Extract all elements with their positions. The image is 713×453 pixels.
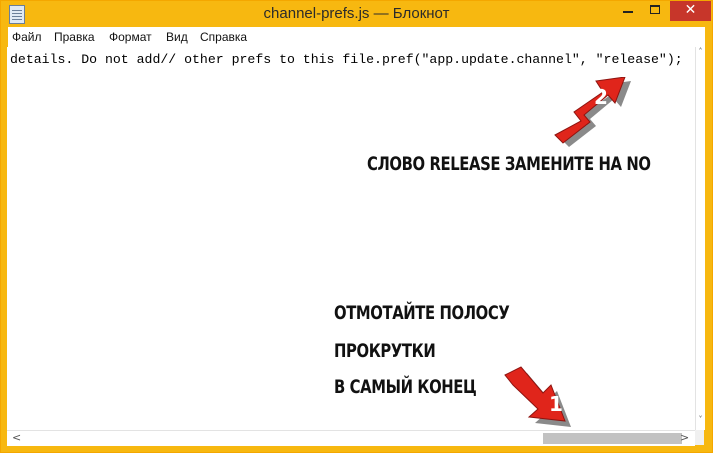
marker-2-number: 2 bbox=[594, 85, 608, 109]
arrow-marker-1 bbox=[504, 366, 571, 427]
scroll-left-icon[interactable]: < bbox=[12, 431, 21, 444]
scroll-up-icon[interactable]: ˄ bbox=[696, 47, 705, 56]
title-bar[interactable]: channel-prefs.js — Блокнот ✕ bbox=[1, 1, 712, 27]
menu-file[interactable]: Файл bbox=[12, 30, 42, 44]
horizontal-scroll-thumb[interactable] bbox=[543, 433, 682, 444]
menu-view[interactable]: Вид bbox=[166, 30, 188, 44]
close-button[interactable]: ✕ bbox=[670, 1, 711, 21]
horizontal-scrollbar[interactable]: < > bbox=[7, 430, 695, 446]
scroll-right-icon[interactable]: > bbox=[680, 431, 689, 444]
step1-line2: ПРОКРУТКИ bbox=[334, 340, 436, 362]
scroll-down-icon[interactable]: ˅ bbox=[696, 415, 705, 424]
arrow-marker-2 bbox=[554, 77, 631, 147]
scrollbar-corner bbox=[695, 430, 704, 445]
menu-edit[interactable]: Правка bbox=[54, 30, 95, 44]
menu-format[interactable]: Формат bbox=[109, 30, 152, 44]
window-title: channel-prefs.js — Блокнот bbox=[263, 5, 450, 22]
maximize-button[interactable] bbox=[642, 1, 669, 21]
step1-line3: В САМЫЙ КОНЕЦ bbox=[334, 376, 477, 398]
code-line: details. Do not add// other prefs to thi… bbox=[10, 52, 683, 67]
text-editor[interactable]: details. Do not add// other prefs to thi… bbox=[7, 47, 695, 430]
close-icon: ✕ bbox=[684, 2, 697, 18]
menu-help[interactable]: Справка bbox=[200, 30, 247, 44]
menu-bar: Файл Правка Формат Вид Справка bbox=[8, 27, 705, 48]
step1-line1: ОТМОТАЙТЕ ПОЛОСУ bbox=[334, 302, 510, 324]
step2-instruction: СЛОВО RELEASE ЗАМЕНИТЕ НА NO bbox=[367, 153, 651, 175]
marker-1-number: 1 bbox=[549, 392, 563, 416]
vertical-scrollbar[interactable]: ˄ ˅ bbox=[695, 47, 705, 430]
minimize-button[interactable] bbox=[614, 1, 642, 21]
